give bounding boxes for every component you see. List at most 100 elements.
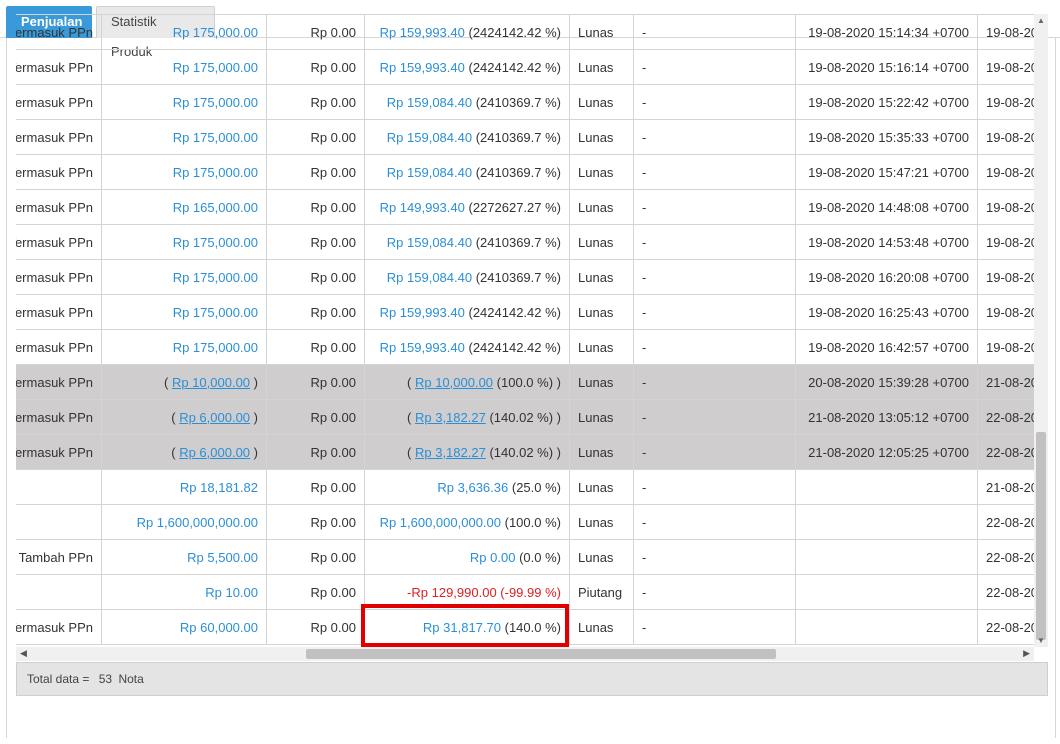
cell-diskon: Rp 0.00 bbox=[266, 14, 365, 50]
cell-keterangan: - bbox=[633, 119, 796, 155]
total-link[interactable]: Rp 6,000.00 bbox=[179, 445, 250, 460]
cell-tanggal-2: 22-08-2020 bbox=[977, 574, 1034, 610]
pajak-text: Termasuk PPn bbox=[16, 304, 93, 320]
pajak-text: Termasuk PPn bbox=[16, 269, 93, 285]
laba-link[interactable]: Rp 31,817.70 bbox=[423, 620, 501, 635]
cell-status: Lunas bbox=[569, 259, 634, 295]
cell-tanggal bbox=[795, 574, 978, 610]
cell-laba: Rp 159,084.40 (2410369.7 %) bbox=[364, 224, 570, 260]
cell-diskon: Rp 0.00 bbox=[266, 434, 365, 470]
total-link[interactable]: Rp 5,500.00 bbox=[187, 550, 258, 565]
total-link[interactable]: Rp 175,000.00 bbox=[173, 305, 258, 320]
laba-link[interactable]: Rp 159,084.40 bbox=[387, 270, 472, 285]
table-row: Termasuk PPn Rp 175,000.00 Rp 0.00 Rp 159,9… bbox=[16, 49, 1034, 85]
laba-link[interactable]: Rp 159,993.40 bbox=[380, 25, 465, 40]
cell-total: Rp 175,000.00 bbox=[101, 84, 267, 120]
laba-persen: (2410369.7 %) bbox=[475, 94, 561, 110]
cell-pajak: Termasuk PPn bbox=[16, 154, 102, 190]
cell-tanggal-2: 19-08-2020 bbox=[977, 14, 1034, 50]
total-link[interactable]: Rp 175,000.00 bbox=[173, 165, 258, 180]
total-link[interactable]: Rp 165,000.00 bbox=[173, 200, 258, 215]
laba-link[interactable]: Rp 159,084.40 bbox=[387, 95, 472, 110]
cell-tanggal: 19-08-2020 16:25:43 +0700 bbox=[795, 294, 978, 330]
total-link[interactable]: Rp 6,000.00 bbox=[179, 410, 250, 425]
vertical-scrollbar[interactable]: ▲ ▼ bbox=[1034, 14, 1048, 647]
laba-persen: (25.0 %) bbox=[511, 479, 561, 495]
cell-status: Lunas bbox=[569, 14, 634, 50]
cell-status: Lunas bbox=[569, 504, 634, 540]
laba-link[interactable]: Rp 159,084.40 bbox=[387, 130, 472, 145]
total-link[interactable]: Rp 175,000.00 bbox=[173, 340, 258, 355]
vertical-scroll-thumb[interactable] bbox=[1036, 432, 1046, 640]
scroll-right-icon[interactable]: ▶ bbox=[1023, 648, 1030, 659]
scroll-up-icon[interactable]: ▲ bbox=[1037, 16, 1045, 25]
scroll-down-icon[interactable]: ▼ bbox=[1037, 636, 1045, 645]
cell-keterangan: - bbox=[633, 434, 796, 470]
total-link[interactable]: Rp 175,000.00 bbox=[173, 60, 258, 75]
table-row: Termasuk PPn Rp 165,000.00 Rp 0.00 Rp 149,9… bbox=[16, 189, 1034, 225]
cell-tanggal: 19-08-2020 16:20:08 +0700 bbox=[795, 259, 978, 295]
cell-keterangan: - bbox=[633, 189, 796, 225]
laba-link[interactable]: Rp 1,600,000,000.00 bbox=[380, 515, 501, 530]
total-link[interactable]: Rp 175,000.00 bbox=[173, 130, 258, 145]
cell-tanggal: 19-08-2020 15:16:14 +0700 bbox=[795, 49, 978, 85]
cell-tanggal-2: 19-08-2020 bbox=[977, 49, 1034, 85]
cell-keterangan: - bbox=[633, 259, 796, 295]
cell-laba: Rp 1,600,000,000.00 (100.0 %) bbox=[364, 504, 570, 540]
total-link[interactable]: Rp 1,600,000,000.00 bbox=[137, 515, 258, 530]
cell-total: Rp 60,000.00 bbox=[101, 609, 267, 645]
laba-link[interactable]: Rp 0.00 bbox=[470, 550, 516, 565]
cell-keterangan: - bbox=[633, 224, 796, 260]
laba-persen: (140.02 %) bbox=[489, 409, 554, 425]
cell-diskon: Rp 0.00 bbox=[266, 49, 365, 85]
total-link[interactable]: Rp 18,181.82 bbox=[180, 480, 258, 495]
cell-status: Lunas bbox=[569, 294, 634, 330]
horizontal-scrollbar[interactable]: ◀ ▶ bbox=[16, 647, 1034, 661]
cell-tanggal: 19-08-2020 15:14:34 +0700 bbox=[795, 14, 978, 50]
cell-pajak: Termasuk PPn bbox=[16, 329, 102, 365]
laba-link[interactable]: Rp 3,636.36 bbox=[437, 480, 508, 495]
laba-link[interactable]: Rp 3,182.27 bbox=[415, 410, 486, 425]
cell-diskon: Rp 0.00 bbox=[266, 539, 365, 575]
laba-persen: (2410369.7 %) bbox=[475, 129, 561, 145]
horizontal-scroll-thumb[interactable] bbox=[306, 649, 776, 659]
laba-link[interactable]: Rp 159,993.40 bbox=[380, 60, 465, 75]
cell-tanggal-2: 22-08-2020 bbox=[977, 434, 1034, 470]
laba-link[interactable]: Rp 159,084.40 bbox=[387, 165, 472, 180]
total-link[interactable]: Rp 60,000.00 bbox=[180, 620, 258, 635]
total-link[interactable]: Rp 10.00 bbox=[205, 585, 258, 600]
cell-tanggal bbox=[795, 539, 978, 575]
cell-pajak: Termasuk PPn bbox=[16, 434, 102, 470]
total-link[interactable]: Rp 175,000.00 bbox=[173, 270, 258, 285]
laba-link[interactable]: Rp 10,000.00 bbox=[415, 375, 493, 390]
cell-keterangan: - bbox=[633, 84, 796, 120]
cell-pajak: Termasuk PPn bbox=[16, 294, 102, 330]
laba-link[interactable]: Rp 159,993.40 bbox=[380, 305, 465, 320]
laba-persen: (2424142.42 %) bbox=[468, 304, 561, 320]
total-link[interactable]: Rp 175,000.00 bbox=[173, 95, 258, 110]
laba-link[interactable]: Rp 149,993.40 bbox=[380, 200, 465, 215]
cell-status: Lunas bbox=[569, 224, 634, 260]
cell-keterangan: - bbox=[633, 294, 796, 330]
cell-tanggal-2: 22-08-2020 bbox=[977, 399, 1034, 435]
pajak-text: Termasuk PPn bbox=[16, 129, 93, 145]
laba-link[interactable]: Rp 159,993.40 bbox=[380, 340, 465, 355]
pajak-text: Termasuk PPn bbox=[16, 374, 93, 390]
cell-total: ( Rp 6,000.00 ) bbox=[101, 434, 267, 470]
table-row: Rp 18,181.82 Rp 0.00 Rp 3,636.36 (25.0 %) L… bbox=[16, 469, 1034, 505]
scroll-left-icon[interactable]: ◀ bbox=[20, 648, 27, 659]
laba-persen: (140.0 %) bbox=[504, 619, 561, 635]
cell-pajak: Termasuk PPn bbox=[16, 609, 102, 645]
laba-link[interactable]: Rp 3,182.27 bbox=[415, 445, 486, 460]
cell-diskon: Rp 0.00 bbox=[266, 294, 365, 330]
total-link[interactable]: Rp 175,000.00 bbox=[173, 25, 258, 40]
total-link[interactable]: Rp 10,000.00 bbox=[172, 375, 250, 390]
cell-laba: Rp 31,817.70 (140.0 %) bbox=[364, 609, 570, 645]
total-link[interactable]: Rp 175,000.00 bbox=[173, 235, 258, 250]
pajak-text: Termasuk PPn bbox=[16, 234, 93, 250]
laba-persen: (100.0 %) bbox=[496, 374, 554, 390]
laba-link[interactable]: -Rp 129,990.00 bbox=[407, 585, 497, 600]
laba-link[interactable]: Rp 159,084.40 bbox=[387, 235, 472, 250]
cell-tanggal-2: 19-08-2020 bbox=[977, 259, 1034, 295]
table-footer: Total data = 53 Nota bbox=[16, 662, 1048, 696]
